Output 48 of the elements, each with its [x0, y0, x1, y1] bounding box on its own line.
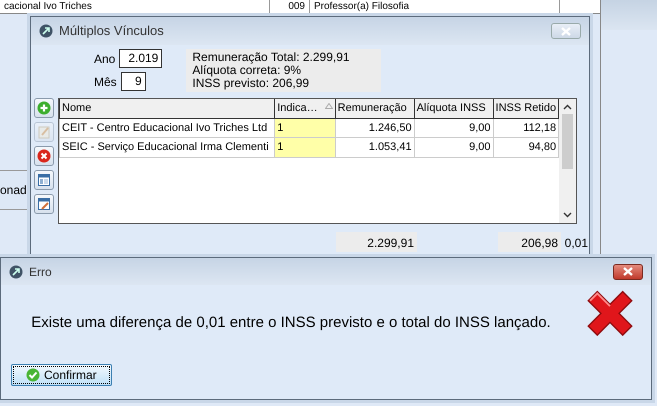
close-icon: [560, 26, 572, 36]
summary-line: INSS previsto: 206,99: [192, 77, 310, 90]
window-title: Múltiplos Vínculos: [59, 22, 164, 40]
error-message: Existe uma diferença de 0,01 entre o INSS previsto e o total do INSS lançado.: [31, 312, 551, 332]
column-header[interactable]: Nome: [60, 99, 275, 118]
table-cell: SEIC - Serviço Educacional Irma Clementi: [60, 138, 275, 157]
table-cell: 1: [274, 118, 336, 138]
table-cell: 1.246,50: [335, 118, 414, 138]
scroll-down-icon[interactable]: [563, 212, 572, 218]
year-label: Ano: [94, 50, 116, 68]
summary-line: Alíquota correta: 9%: [192, 64, 302, 77]
close-button[interactable]: [613, 264, 643, 280]
customize-icon: [37, 197, 51, 211]
scrollbar[interactable]: [559, 99, 576, 223]
month-field[interactable]: 9: [120, 72, 146, 91]
add-icon: [37, 101, 51, 115]
column-header[interactable]: INSS Retido: [493, 99, 559, 118]
difference-value: 0,01: [564, 235, 589, 252]
background-text: onad: [0, 182, 27, 199]
check-icon: [26, 368, 40, 382]
column-header[interactable]: Remuneração: [335, 99, 414, 118]
app-icon: [9, 264, 23, 278]
layout-icon: [37, 173, 51, 187]
table-cell: 1.053,41: [335, 138, 414, 157]
column-header[interactable]: Alíquota INSS: [414, 99, 494, 118]
delete-button[interactable]: [34, 146, 54, 166]
confirm-button[interactable]: Confirmar: [11, 364, 112, 386]
window-title-bar: [601, 0, 657, 30]
total-cell: 2.299,91: [336, 232, 417, 252]
table-cell: 9,00: [414, 118, 494, 138]
table-cell: 9,00: [414, 138, 494, 157]
delete-icon: [37, 149, 51, 163]
close-icon: [622, 267, 634, 276]
table-cell: CEIT - Centro Educacional Ivo Triches Ltd: [60, 118, 275, 138]
table-cell: 1: [274, 138, 336, 157]
sort-icon: [324, 103, 333, 109]
month-label: Mês: [94, 74, 117, 90]
column-header[interactable]: Indica…: [274, 99, 336, 118]
summary-line: Remuneração Total: 2.299,91: [192, 51, 351, 64]
scroll-up-icon[interactable]: [563, 104, 572, 110]
edit-icon: [37, 125, 51, 139]
add-button[interactable]: [34, 98, 54, 118]
customize-button[interactable]: [34, 194, 54, 214]
app-icon: [39, 24, 53, 38]
total-cell: 206,98: [498, 232, 561, 252]
dialog-title: Erro: [29, 264, 52, 280]
layout-button[interactable]: [34, 170, 54, 190]
year-field[interactable]: 2.019: [119, 49, 162, 68]
